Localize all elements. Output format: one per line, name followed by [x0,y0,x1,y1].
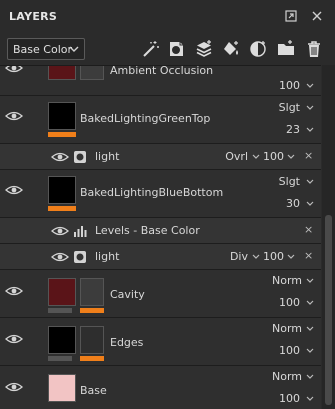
chevron-down-icon[interactable] [306,326,314,332]
effect-row-light-overlay[interactable]: light Ovrl 100 × [0,144,321,170]
visibility-eye-icon[interactable] [5,333,23,345]
effect-name: light [95,150,120,163]
chevron-down-icon[interactable] [252,254,260,260]
layer-mask-thumbnail [80,278,104,306]
close-panel-icon[interactable] [311,10,323,22]
chevron-down-icon[interactable] [306,127,314,133]
visibility-eye-icon[interactable] [5,285,23,297]
layer-row-base[interactable]: Base Norm 100 [0,366,321,409]
layers-toolbar: Base Color [0,33,335,65]
chevron-down-icon[interactable] [306,300,314,306]
layer-name: BakedLightingBlueBottom [80,186,224,199]
layer-bar [48,356,72,361]
layer-row-edges[interactable]: Edges Norm 100 [0,318,321,366]
layer-thumbnail [48,176,76,204]
chevron-down-icon[interactable] [287,154,295,160]
visibility-eye-icon[interactable] [51,251,69,263]
selection-bar [48,206,76,211]
panel-title: LAYERS [9,10,58,23]
layer-opacity[interactable]: 23 [270,123,300,136]
layer-thumbnail [48,278,76,306]
layer-name: Cavity [110,288,145,301]
layer-name: Base [80,384,107,397]
effect-blend-mode[interactable]: Ovrl [218,150,248,163]
remove-effect-button[interactable]: × [304,249,313,262]
levels-icon [74,226,87,237]
chevron-down-icon[interactable] [306,278,314,284]
layer-row-cavity[interactable]: Cavity Norm 100 [0,270,321,318]
chevron-down-icon[interactable] [306,201,314,207]
filter-icon [74,151,86,163]
add-mask-icon[interactable] [166,39,186,59]
effect-name: light [95,250,120,263]
layer-opacity[interactable]: 100 [270,344,300,357]
filter-icon [74,251,86,263]
layer-list: Ambient Occlusion 100 BakedLightingGreen… [0,65,321,409]
layer-row-baked-lighting-blue-bottom[interactable]: BakedLightingBlueBottom Slgt 30 [0,170,321,218]
layer-blend-mode[interactable]: Slgt [260,101,300,114]
effect-opacity[interactable]: 100 [262,150,284,163]
layer-blend-mode[interactable]: Slgt [260,175,300,188]
layer-row-ambient-occlusion[interactable]: Ambient Occlusion 100 [0,65,321,96]
layer-thumbnail [48,102,76,130]
effect-name: Levels - Base Color [95,224,200,237]
add-folder-icon[interactable] [276,39,296,59]
chevron-down-icon [69,46,79,52]
selection-bar [80,356,104,361]
chevron-down-icon[interactable] [252,154,260,160]
layer-opacity[interactable]: 30 [270,197,300,210]
layer-thumbnail [48,326,76,354]
selection-bar [80,308,104,313]
layer-opacity[interactable]: 100 [270,79,300,92]
layer-mask-thumbnail [80,66,104,80]
chevron-down-icon[interactable] [306,179,314,185]
visibility-eye-icon[interactable] [5,110,23,122]
visibility-eye-icon[interactable] [5,381,23,393]
effect-opacity[interactable]: 100 [262,250,284,263]
add-effect-icon[interactable] [248,39,268,59]
effect-row-light-divide[interactable]: light Div 100 × [0,244,321,270]
layer-mask-thumbnail [80,326,104,354]
chevron-down-icon[interactable] [287,254,295,260]
visibility-eye-icon[interactable] [5,184,23,196]
chevron-down-icon[interactable] [306,105,314,111]
layer-blend-mode[interactable]: Norm [268,370,302,383]
layer-opacity[interactable]: 100 [270,296,300,309]
magic-wand-icon[interactable] [141,39,161,59]
layer-blend-mode[interactable]: Norm [268,322,302,335]
chevron-down-icon[interactable] [306,396,314,402]
layer-row-baked-lighting-green-top[interactable]: BakedLightingGreenTop Slgt 23 [0,96,321,144]
layer-bar [48,308,72,313]
visibility-eye-icon[interactable] [51,151,69,163]
layer-list-scrollbar[interactable] [322,65,335,409]
float-panel-icon[interactable] [285,10,297,22]
chevron-down-icon[interactable] [306,374,314,380]
selection-bar [48,132,76,137]
remove-effect-button[interactable]: × [304,223,313,236]
remove-effect-button[interactable]: × [304,149,313,162]
channel-dropdown[interactable]: Base Color [7,38,85,60]
delete-trash-icon[interactable] [304,39,324,59]
layer-thumbnail [48,374,76,402]
visibility-eye-icon[interactable] [51,225,69,237]
channel-value: Base Color [13,43,73,56]
visibility-eye-icon[interactable] [5,65,23,74]
layer-opacity[interactable]: 100 [270,392,300,405]
layer-name: Ambient Occlusion [110,65,214,77]
layer-blend-mode[interactable]: Norm [268,274,302,287]
layer-name: Edges [110,336,144,349]
chevron-down-icon[interactable] [306,348,314,354]
add-layer-stack-icon[interactable] [194,39,214,59]
panel-header: LAYERS [0,0,335,33]
effect-blend-mode[interactable]: Div [218,250,248,263]
fill-layer-icon[interactable] [221,39,241,59]
effect-row-levels[interactable]: Levels - Base Color × [0,218,321,244]
scrollbar-thumb[interactable] [325,215,332,405]
layer-thumbnail [48,66,76,80]
chevron-down-icon[interactable] [306,83,314,89]
layer-name: BakedLightingGreenTop [80,112,211,125]
